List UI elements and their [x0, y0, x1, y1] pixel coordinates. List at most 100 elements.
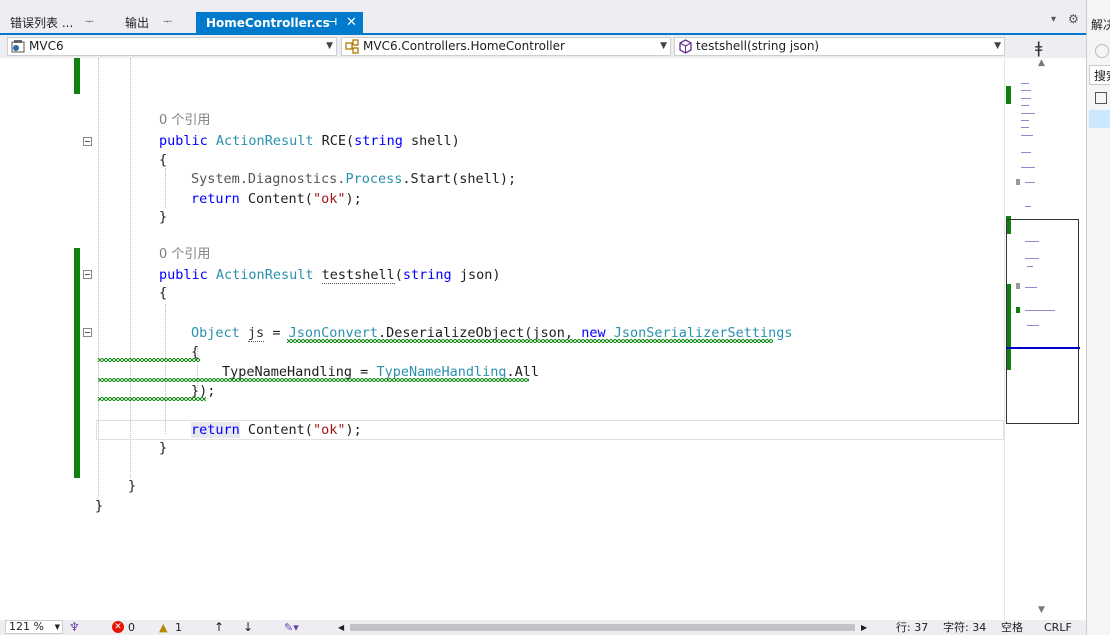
- change-indicator: [74, 58, 80, 94]
- line-ending-indicator[interactable]: CRLF: [1044, 620, 1072, 635]
- map-viewport[interactable]: [1006, 219, 1079, 424]
- warning-icon[interactable]: ▲: [159, 620, 167, 635]
- type-name: ActionResult: [215, 133, 314, 149]
- pin-icon[interactable]: ᅮ: [163, 12, 172, 34]
- collapse-testshell-toggle[interactable]: [83, 270, 92, 279]
- method-icon: [679, 39, 692, 54]
- code-line: }: [95, 498, 104, 514]
- caret-marker: [1006, 347, 1080, 349]
- intellicode-icon[interactable]: ♆: [69, 620, 80, 635]
- code-line: public ActionResult testshell(string jso…: [159, 265, 500, 285]
- chevron-down-icon[interactable]: ▼: [326, 38, 333, 55]
- namespace: System.Diagnostics.: [191, 171, 346, 187]
- code-line: System.Diagnostics.Process.Start(shell);: [191, 169, 516, 189]
- arrow-down-icon[interactable]: ↓: [243, 620, 253, 635]
- punctuation: );: [345, 422, 362, 438]
- code-editor[interactable]: 0 个引用 public ActionResult RCE( string she…: [0, 58, 1004, 620]
- keyword: return: [191, 422, 240, 438]
- code-line: }: [159, 440, 168, 456]
- csharp-project-icon: [11, 40, 25, 53]
- glyph-margin: [0, 58, 28, 620]
- warning-count[interactable]: 1: [175, 620, 182, 635]
- whitespace-indicator[interactable]: 空格: [1001, 620, 1023, 635]
- close-icon[interactable]: ✕: [346, 12, 357, 34]
- editor-status-bar: 121 % ▼ ♆ ✕ 0 ▲ 1 ↑ ↓ ✎▾ ◀ ▶ 行: 37 字符: 3…: [0, 620, 1086, 635]
- member-dropdown[interactable]: testshell(string json) ▼: [674, 37, 1005, 56]
- keyword: string: [402, 267, 452, 283]
- scroll-up-icon[interactable]: ▲: [1038, 58, 1045, 68]
- pin-icon[interactable]: ⊣: [328, 12, 337, 34]
- keyword: return: [191, 191, 240, 207]
- indent-guide: [165, 168, 166, 208]
- tab-homecontroller-label: HomeController.cs: [206, 16, 330, 30]
- code-line: return Content("ok");: [191, 420, 362, 440]
- pin-icon[interactable]: ᅮ: [85, 12, 94, 34]
- type-name: ActionResult: [215, 267, 314, 283]
- code-line: return Content("ok");: [191, 189, 362, 209]
- punctuation: (: [394, 267, 403, 283]
- scroll-right-icon[interactable]: ▶: [861, 620, 867, 635]
- gear-icon[interactable]: ⚙: [1068, 12, 1079, 26]
- chevron-down-icon[interactable]: ▼: [994, 38, 1001, 55]
- parameter: shell): [402, 133, 460, 149]
- navigation-bar: MVC6 ▼ MVC6.Controllers.HomeController ▼…: [0, 35, 1086, 58]
- collapse-initializer-toggle[interactable]: [83, 328, 92, 337]
- warning-squiggle[interactable]: [287, 339, 773, 343]
- class-icon: [345, 39, 359, 54]
- arrow-up-icon[interactable]: ↑: [214, 620, 224, 635]
- line-indicator: 行: 37: [896, 621, 929, 634]
- error-icon[interactable]: ✕: [112, 621, 124, 633]
- operator: =: [264, 325, 289, 341]
- char-indicator: 字符: 34: [943, 621, 987, 634]
- map-scrollbar[interactable]: ▲ ▼: [1004, 58, 1086, 620]
- tab-homecontroller[interactable]: HomeController.cs ⊣ ✕: [196, 12, 363, 34]
- chevron-down-icon: ▼: [54, 623, 60, 631]
- collapse-rce-toggle[interactable]: [83, 137, 92, 146]
- warning-squiggle[interactable]: [98, 358, 200, 362]
- tab-error-list[interactable]: 错误列表 ... ᅮ: [0, 12, 115, 34]
- selected-tree-item[interactable]: [1089, 110, 1110, 128]
- solution-icon[interactable]: [1095, 92, 1107, 104]
- panel-title: 解决: [1091, 18, 1110, 32]
- warning-squiggle[interactable]: [98, 397, 206, 401]
- code-line: {: [159, 152, 168, 168]
- method-call: Content(: [239, 191, 313, 207]
- project-dropdown[interactable]: MVC6 ▼: [7, 37, 337, 56]
- solution-explorer-panel: 解决 搜索: [1086, 0, 1110, 635]
- scroll-down-icon[interactable]: ▼: [1038, 605, 1045, 615]
- search-input[interactable]: 搜索: [1089, 65, 1110, 85]
- indent-guide: [130, 58, 131, 478]
- zoom-dropdown[interactable]: 121 % ▼: [5, 620, 63, 634]
- tab-output[interactable]: 输出 ᅮ: [115, 12, 195, 34]
- indent-guide: [165, 304, 166, 434]
- tab-output-label: 输出: [125, 16, 150, 30]
- change-marker: [1006, 86, 1011, 104]
- punctuation: );: [345, 191, 362, 207]
- string-literal: "ok": [312, 191, 346, 207]
- code-line: }: [128, 478, 137, 494]
- chevron-down-icon[interactable]: ▼: [660, 38, 667, 55]
- reference-codelens[interactable]: 0 个引用: [159, 247, 210, 262]
- project-name: MVC6: [29, 39, 64, 53]
- reference-codelens[interactable]: 0 个引用: [159, 113, 210, 128]
- tab-dropdown-icon[interactable]: ▾: [1051, 14, 1056, 25]
- error-count[interactable]: 0: [128, 620, 135, 635]
- warning-squiggle[interactable]: [98, 378, 529, 382]
- code-line: 0 个引用: [159, 110, 210, 130]
- back-icon[interactable]: [1095, 44, 1109, 58]
- keyword: public: [159, 267, 208, 283]
- document-tab-strip: 错误列表 ... ᅮ 输出 ᅮ HomeController.cs ⊣ ✕ ▾ …: [0, 0, 1086, 35]
- scroll-left-icon[interactable]: ◀: [338, 620, 344, 635]
- horizontal-scroll-thumb[interactable]: [350, 624, 855, 631]
- code-line: {: [159, 285, 168, 301]
- method-call: Content(: [239, 422, 313, 438]
- split-window-icon[interactable]: ǂ: [1035, 38, 1042, 57]
- change-indicator: [74, 248, 80, 478]
- method-name: RCE(: [313, 133, 355, 149]
- string-literal: "ok": [312, 422, 346, 438]
- keyword: public: [159, 133, 208, 149]
- type-name: Object: [191, 325, 240, 341]
- code-cleanup-icon[interactable]: ✎▾: [284, 620, 299, 635]
- indent-guide: [98, 58, 99, 508]
- class-dropdown[interactable]: MVC6.Controllers.HomeController ▼: [341, 37, 671, 56]
